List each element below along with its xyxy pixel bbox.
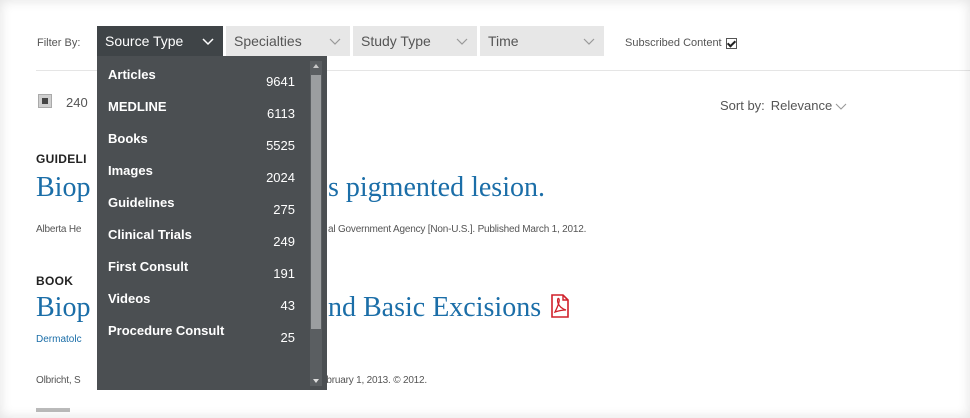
option-label: Guidelines <box>108 195 175 210</box>
dropdown-scrollbar[interactable] <box>310 61 322 386</box>
scroll-up-arrow-icon[interactable] <box>313 64 319 68</box>
sort-by-label: Sort by: <box>720 98 765 113</box>
tab-source-type-label: Source Type <box>105 33 184 49</box>
result-meta-start: Olbricht, S <box>36 375 81 386</box>
source-type-dropdown[interactable]: Articles 9641 MEDLINE 6113 Books 5525 Im… <box>97 56 327 390</box>
tab-time-label: Time <box>488 33 519 49</box>
option-count: 43 <box>280 298 295 313</box>
result-type-label: GUIDELI <box>36 152 87 166</box>
source-type-option-books[interactable]: Books 5525 <box>97 128 307 158</box>
chevron-down-icon <box>835 103 847 110</box>
tab-study-type[interactable]: Study Type <box>353 26 477 56</box>
tab-source-type[interactable]: Source Type <box>97 26 223 56</box>
option-label: First Consult <box>108 259 189 274</box>
option-count: 6113 <box>267 106 295 121</box>
option-count: 2024 <box>266 170 295 185</box>
tab-specialties[interactable]: Specialties <box>226 26 350 56</box>
option-label: MEDLINE <box>108 99 167 114</box>
result-title-start[interactable]: Biop <box>36 292 90 324</box>
pdf-icon[interactable] <box>549 294 571 318</box>
option-label: Clinical Trials <box>108 227 192 242</box>
filter-by-label: Filter By: <box>37 37 81 49</box>
result-type-label: BOOK <box>36 274 74 288</box>
source-type-option-procedure-consult[interactable]: Procedure Consult 25 <box>97 320 307 350</box>
source-type-option-first-consult[interactable]: First Consult 191 <box>97 256 307 286</box>
result-title[interactable]: nd Basic Excisions <box>328 292 541 323</box>
source-type-option-guidelines[interactable]: Guidelines 275 <box>97 192 307 222</box>
sort-value: Relevance <box>770 98 833 113</box>
option-label: Videos <box>108 291 151 306</box>
scrollbar-thumb[interactable] <box>311 75 321 329</box>
chevron-down-icon <box>583 38 595 45</box>
result-count: 240 <box>66 95 88 110</box>
chevron-down-icon <box>329 38 341 45</box>
option-count: 191 <box>273 266 295 281</box>
chevron-down-icon <box>202 38 214 46</box>
result-title-wrap[interactable]: nd Basic Excisions <box>328 292 571 324</box>
option-count: 9641 <box>266 74 295 89</box>
subscribed-content-filter[interactable]: Subscribed Content <box>625 37 737 49</box>
tab-time[interactable]: Time <box>480 26 604 56</box>
result-meta-start: Alberta He <box>36 224 82 235</box>
source-type-option-images[interactable]: Images 2024 <box>97 160 307 190</box>
tab-specialties-label: Specialties <box>234 33 302 49</box>
sort-dropdown[interactable]: Relevance <box>771 98 847 113</box>
result-title-start[interactable]: Biop <box>36 172 90 204</box>
source-type-option-medline[interactable]: MEDLINE 6113 <box>97 96 307 126</box>
option-count: 249 <box>273 234 295 249</box>
result-source-link[interactable]: Dermatolc <box>36 334 82 345</box>
sort-by[interactable]: Sort by: Relevance <box>720 98 847 113</box>
scroll-down-arrow-icon[interactable] <box>313 379 319 383</box>
subscribed-checkbox[interactable] <box>725 37 737 49</box>
chevron-down-icon <box>456 38 468 45</box>
option-label: Books <box>108 131 148 146</box>
next-result-type-label <box>36 408 70 412</box>
select-all-checkbox[interactable] <box>38 94 52 108</box>
option-count: 25 <box>280 330 295 345</box>
source-type-option-clinical-trials[interactable]: Clinical Trials 249 <box>97 224 307 254</box>
option-count: 5525 <box>266 138 295 153</box>
option-label: Images <box>108 163 153 178</box>
result-meta: ebruary 1, 2013. © 2012. <box>321 375 427 386</box>
source-type-option-articles[interactable]: Articles 9641 <box>97 64 307 94</box>
option-label: Articles <box>108 67 156 82</box>
option-count: 275 <box>273 202 295 217</box>
tab-study-type-label: Study Type <box>361 33 431 49</box>
result-meta: al Government Agency [Non-U.S.]. Publish… <box>328 224 587 235</box>
option-label: Procedure Consult <box>108 323 225 338</box>
result-title[interactable]: s pigmented lesion. <box>328 172 545 204</box>
source-type-option-videos[interactable]: Videos 43 <box>97 288 307 318</box>
subscribed-content-label: Subscribed Content <box>625 37 722 49</box>
